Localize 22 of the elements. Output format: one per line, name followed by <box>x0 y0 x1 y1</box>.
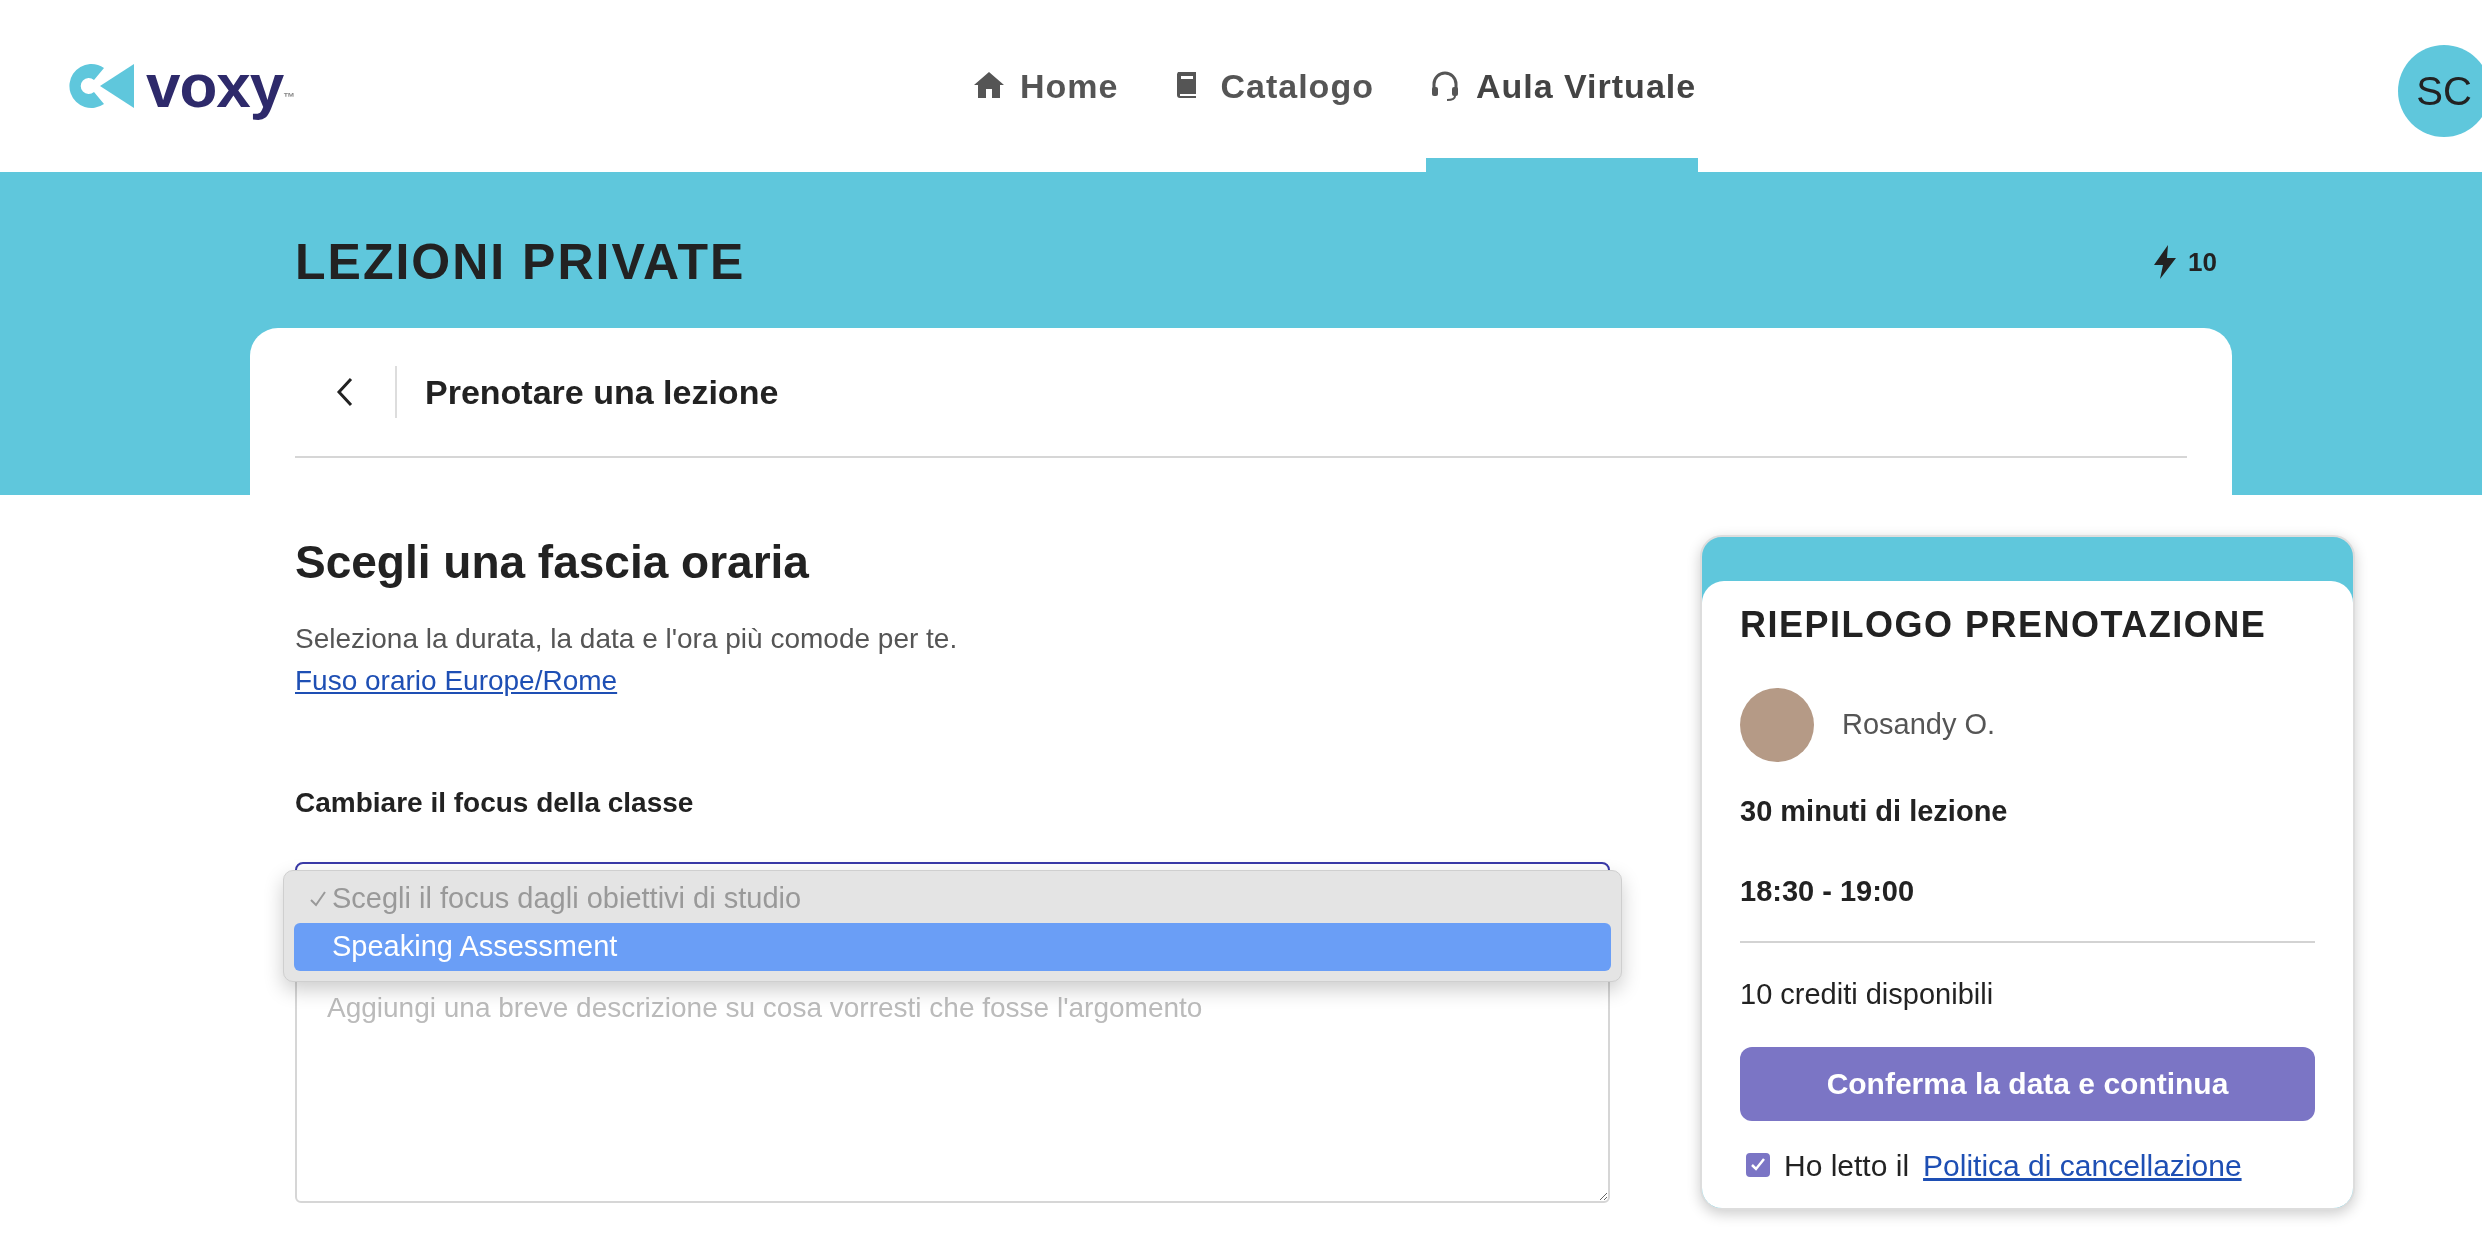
credits-available: 10 crediti disponibili <box>1740 977 1995 1013</box>
nav-tab[interactable]: Home <box>970 0 1121 172</box>
agreement-text: Ho letto il <box>1784 1147 1910 1184</box>
timezone-link[interactable]: Fuso orario Europe/Rome <box>295 665 618 697</box>
confirm-button[interactable]: Conferma la data e continua <box>1740 1046 2315 1121</box>
section-subtitle: Seleziona la durata, la data e l'ora più comode per te. <box>295 622 959 657</box>
tutor-name: Rosandy O. <box>1842 707 1996 743</box>
section-title: Scegli una fascia oraria <box>295 535 810 590</box>
lesson-duration: 30 minuti di lezione <box>1740 794 2009 830</box>
user-avatar[interactable]: SC <box>2398 45 2482 137</box>
policy-link[interactable]: Politica di cancellazione <box>1923 1142 2242 1188</box>
nav-tab[interactable]: Catalogo <box>1170 0 1376 172</box>
card-title: RIEPILOGO PRENOTAZIONE <box>1740 603 2268 647</box>
agreement-checkbox[interactable] <box>1746 1153 1770 1178</box>
nav-tab[interactable]: Aula Virtuale <box>1425 0 1699 172</box>
credit-count: 10 <box>2188 245 2217 279</box>
chevron-left-icon <box>335 376 355 408</box>
page-title: LEZIONI PRIVATE <box>295 233 746 292</box>
lesson-time: 18:30 - 19:00 <box>1740 873 1916 909</box>
lightning-icon <box>2152 245 2179 279</box>
field-label: Cambiare il focus della classe <box>295 786 695 821</box>
section-header: Prenotare una lezione <box>425 371 779 413</box>
